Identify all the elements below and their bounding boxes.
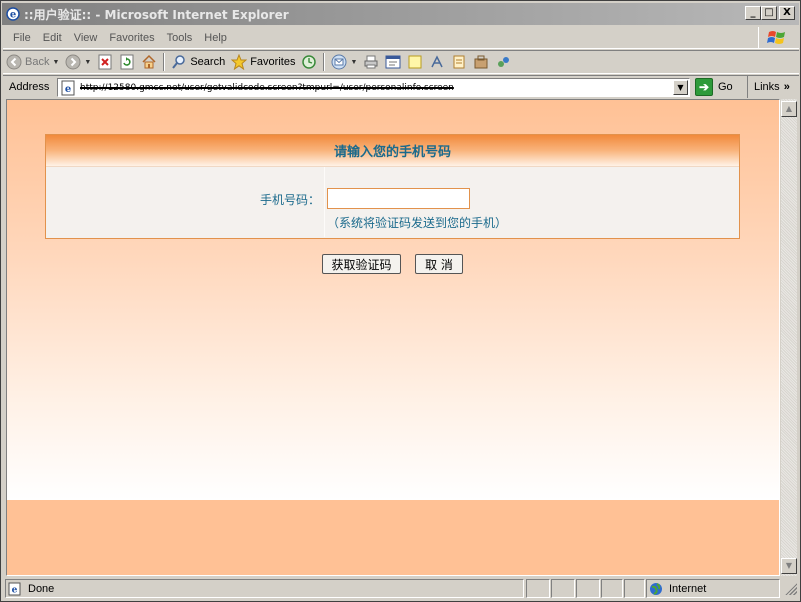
panel-header: 请输入您的手机号码 [46,135,739,167]
column-divider [324,167,325,237]
svg-text:e: e [65,84,71,95]
address-label: Address [9,81,50,93]
note-icon [407,54,423,70]
address-dropdown-icon[interactable]: ▼ [673,80,688,95]
address-url: http://12580.gmcc.net/user/getvalidcode.… [80,82,454,93]
mail-dropdown-icon[interactable]: ▼ [350,59,357,66]
search-label: Search [190,56,226,68]
back-dropdown-icon[interactable]: ▼ [52,59,59,66]
address-bar: Address e http://12580.gmcc.net/user/get… [3,75,799,98]
phone-row: 手机号码： （系统将验证码发送到您的手机） [46,167,739,237]
phone-hint: （系统将验证码发送到您的手机） [327,216,508,230]
toolbar-separator [163,53,166,71]
extra-button[interactable] [492,51,514,73]
refresh-button[interactable] [116,51,138,73]
toolbar-separator [323,53,326,71]
search-icon [171,54,187,70]
print-button[interactable] [360,51,382,73]
home-button[interactable] [138,51,160,73]
status-main: e Done [5,579,524,598]
address-input[interactable]: e http://12580.gmcc.net/user/getvalidcod… [57,78,690,97]
home-icon [141,54,157,70]
forward-dropdown-icon[interactable]: ▼ [84,59,91,66]
ie-logo-icon: e [5,6,21,22]
status-pane [526,579,550,598]
menu-view[interactable]: View [68,32,104,44]
page-footer-band [7,500,779,575]
page-icon: e [60,80,76,96]
search-button[interactable]: Search [168,51,228,73]
discuss-button[interactable] [404,51,426,73]
maximize-button[interactable]: □ [761,6,777,20]
scripts-icon [495,54,511,70]
edit-page-icon [385,54,401,70]
research-button[interactable] [448,51,470,73]
get-code-button[interactable]: 获取验证码 [322,254,401,274]
svg-text:e: e [10,10,16,21]
close-button[interactable]: X [779,6,795,20]
menu-tools[interactable]: Tools [161,32,199,44]
back-button[interactable]: Back ▼ [3,51,62,73]
page-viewport: 请输入您的手机号码 手机号码： （系统将验证码发送到您的手机） 获取验证码 取 … [6,99,780,576]
favorites-star-icon [231,54,248,70]
status-pane [601,579,623,598]
status-pane [624,579,645,598]
phone-form-panel: 请输入您的手机号码 手机号码： （系统将验证码发送到您的手机） [45,134,740,239]
favorites-button[interactable]: Favorites [228,51,298,73]
forward-arrow-icon [65,54,81,70]
window-title: ::用户验证:: - Microsoft Internet Explorer [24,7,289,22]
links-label: Links [754,81,780,93]
go-button[interactable]: ➔ Go [695,78,733,96]
phone-label: 手机号码： [259,193,320,207]
edit-button[interactable] [382,51,404,73]
status-text: Done [28,582,55,595]
chevron-right-icon[interactable]: » [784,81,790,93]
forward-button[interactable]: ▼ [62,51,94,73]
windows-logo-icon [758,27,794,49]
resize-grip-icon[interactable] [785,583,797,595]
standard-toolbar: Back ▼ ▼ Search Favorites ▼ [3,50,799,74]
scroll-down-icon[interactable]: ▼ [781,558,797,574]
status-pane [551,579,575,598]
minimize-button[interactable]: _ [745,6,761,20]
title-bar[interactable]: e ::用户验证:: - Microsoft Internet Explorer… [2,3,799,25]
svg-text:e: e [12,585,18,595]
tools-button[interactable] [470,51,492,73]
panel-title: 请输入您的手机号码 [333,145,451,160]
mail-button[interactable]: ▼ [328,51,360,73]
messenger-button[interactable] [426,51,448,73]
vertical-scrollbar[interactable]: ▲ ▼ [780,99,797,576]
stop-button[interactable] [94,51,116,73]
print-icon [363,54,379,70]
back-label: Back [25,56,50,68]
mail-icon [331,54,347,70]
favorites-label: Favorites [250,56,296,68]
zone-label: Internet [669,582,707,595]
globe-icon [649,582,663,596]
menu-edit[interactable]: Edit [37,32,68,44]
menu-file[interactable]: File [7,32,37,44]
messenger-icon [429,54,445,70]
stop-icon [97,54,113,70]
back-arrow-icon [6,54,22,70]
page-done-icon: e [8,582,22,596]
history-button[interactable] [298,51,320,73]
research-icon [451,54,467,70]
security-zone[interactable]: Internet [646,579,780,598]
menu-favorites[interactable]: Favorites [103,32,160,44]
scroll-up-icon[interactable]: ▲ [781,101,797,117]
history-icon [301,54,317,70]
menu-help[interactable]: Help [198,32,233,44]
ie-window: e ::用户验证:: - Microsoft Internet Explorer… [0,0,801,602]
go-arrow-icon: ➔ [695,78,713,96]
menu-bar: File Edit View Favorites Tools Help [3,27,799,49]
phone-number-input[interactable] [327,188,470,209]
go-label: Go [718,81,733,93]
refresh-icon [119,54,135,70]
status-bar: e Done Internet [3,579,799,599]
status-pane [576,579,600,598]
tools-icon [473,54,489,70]
links-toolbar[interactable]: Links » [747,76,790,98]
cancel-button[interactable]: 取 消 [415,254,463,274]
